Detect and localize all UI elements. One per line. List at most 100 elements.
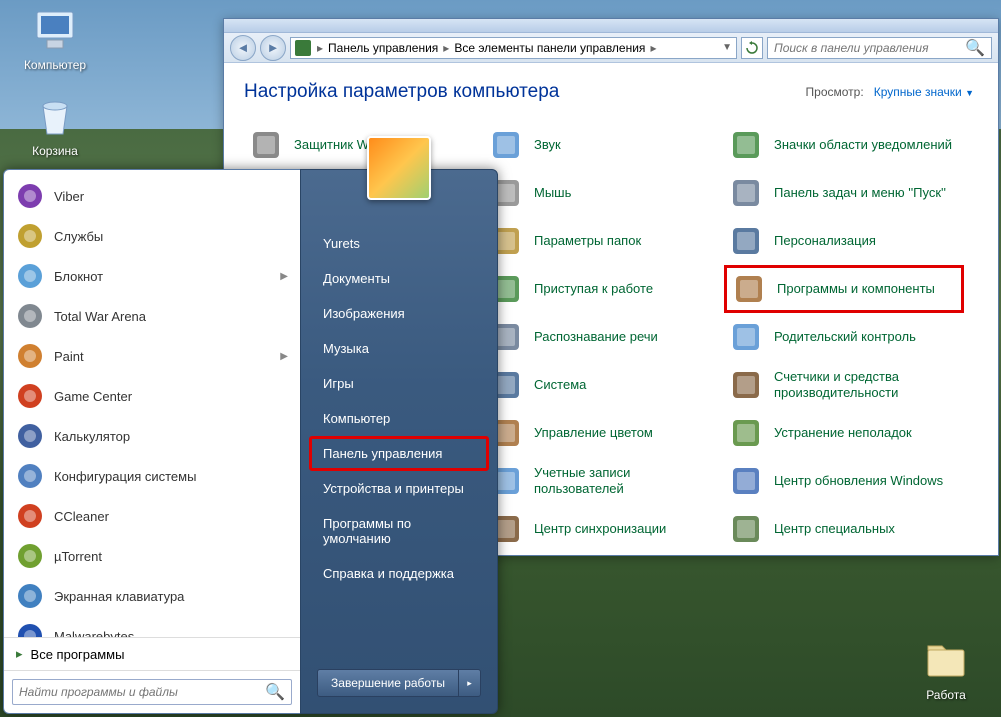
cp-item[interactable]: Персонализация <box>724 217 964 265</box>
chevron-right-icon: ▸ <box>315 41 325 55</box>
cp-item[interactable]: Мышь <box>484 169 724 217</box>
cp-item[interactable]: Центр синхронизации <box>484 505 724 553</box>
cp-item-label: Звук <box>534 137 561 153</box>
cp-item[interactable]: Центр обновления Windows <box>724 457 964 505</box>
start-search-input[interactable] <box>19 685 265 699</box>
chevron-right-icon: ▸ <box>441 41 451 55</box>
breadcrumb-segment[interactable]: Все элементы панели управления <box>451 41 648 55</box>
chevron-right-icon: ▶ <box>280 351 288 362</box>
start-program-item[interactable]: µTorrent <box>6 536 298 576</box>
start-program-item[interactable]: Экранная клавиатура <box>6 576 298 616</box>
ccleaner-icon <box>16 502 44 530</box>
start-program-item[interactable]: CCleaner <box>6 496 298 536</box>
calc-icon <box>16 422 44 450</box>
program-label: Экранная клавиатура <box>54 589 184 604</box>
cp-item-label: Центр синхронизации <box>534 521 666 537</box>
start-search-box[interactable]: 🔍 <box>12 679 292 705</box>
nav-forward-button[interactable]: ► <box>260 35 286 61</box>
cp-item[interactable]: Устранение неполадок <box>724 409 964 457</box>
start-right-item[interactable]: Изображения <box>309 296 489 331</box>
update-icon <box>730 465 762 497</box>
shutdown-button[interactable]: Завершение работы <box>317 669 459 697</box>
desktop-icon-work[interactable]: Работа <box>901 636 991 702</box>
desktop-icon-computer[interactable]: Компьютер <box>10 6 100 72</box>
all-programs-button[interactable]: ▸ Все программы <box>4 637 300 670</box>
cp-item[interactable]: Центр специальных <box>724 505 964 553</box>
notepad-icon <box>16 262 44 290</box>
breadcrumb-segment[interactable]: Панель управления <box>325 41 441 55</box>
start-program-item[interactable]: Paint ▶ <box>6 336 298 376</box>
start-program-item[interactable]: Калькулятор <box>6 416 298 456</box>
chevron-down-icon: ▼ <box>965 88 974 98</box>
start-program-item[interactable]: Malwarebytes <box>6 616 298 637</box>
start-right-item[interactable]: Справка и поддержка <box>309 556 489 591</box>
shield-icon <box>250 129 282 161</box>
cp-item[interactable]: Управление цветом <box>484 409 724 457</box>
program-label: Game Center <box>54 389 132 404</box>
start-program-item[interactable]: Viber <box>6 176 298 216</box>
desktop-icon-recycle-bin[interactable]: Корзина <box>10 92 100 158</box>
cp-item-label: Устранение неполадок <box>774 425 912 441</box>
cp-item[interactable]: Распознавание речи <box>484 313 724 361</box>
chevron-right-icon: ▸ <box>648 41 658 55</box>
cp-item[interactable]: Система <box>484 361 724 409</box>
computer-icon <box>31 6 79 54</box>
program-label: Malwarebytes <box>54 629 134 638</box>
accessibility-icon <box>730 513 762 545</box>
program-label: CCleaner <box>54 509 109 524</box>
start-program-item[interactable]: Конфигурация системы <box>6 456 298 496</box>
control-panel-icon <box>295 40 311 56</box>
cp-item[interactable]: Защитник Windows <box>244 121 484 169</box>
cp-item-label: Параметры папок <box>534 233 641 249</box>
refresh-button[interactable] <box>741 37 763 59</box>
start-right-item[interactable]: Устройства и принтеры <box>309 471 489 506</box>
program-label: Калькулятор <box>54 429 130 444</box>
start-program-item[interactable]: Блокнот▶ <box>6 256 298 296</box>
nav-back-button[interactable]: ◄ <box>230 35 256 61</box>
search-box[interactable]: 🔍 <box>767 37 992 59</box>
window-titlebar[interactable] <box>224 19 998 33</box>
start-right-item[interactable]: Документы <box>309 261 489 296</box>
start-right-item[interactable]: Компьютер <box>309 401 489 436</box>
gamecenter-icon <box>16 382 44 410</box>
cp-item-label: Приступая к работе <box>534 281 653 297</box>
cp-item[interactable]: Программы и компоненты <box>724 265 964 313</box>
chevron-down-icon[interactable]: ▼ <box>722 42 732 53</box>
address-bar[interactable]: ▸ Панель управления ▸ Все элементы панел… <box>290 37 737 59</box>
cp-item-label: Центр обновления Windows <box>774 473 943 489</box>
start-right-item[interactable]: Музыка <box>309 331 489 366</box>
search-input[interactable] <box>774 41 965 55</box>
program-label: Конфигурация системы <box>54 469 196 484</box>
perfmon-icon <box>730 369 762 401</box>
cp-item[interactable]: Родительский контроль <box>724 313 964 361</box>
cp-item[interactable]: Панель задач и меню ''Пуск'' <box>724 169 964 217</box>
start-right-item[interactable]: Yurets <box>309 226 489 261</box>
cp-item-label: Управление цветом <box>534 425 653 441</box>
program-label: Total War Arena <box>54 309 146 324</box>
search-icon: 🔍 <box>265 682 285 702</box>
start-right-item[interactable]: Программы по умолчанию <box>309 506 489 556</box>
program-label: Paint <box>54 349 84 364</box>
user-avatar[interactable] <box>367 136 431 200</box>
cp-item[interactable]: Звук <box>484 121 724 169</box>
cp-item[interactable]: Параметры папок <box>484 217 724 265</box>
services-icon <box>16 222 44 250</box>
cp-item-label: Родительский контроль <box>774 329 916 345</box>
start-program-item[interactable]: Службы <box>6 216 298 256</box>
start-program-item[interactable]: Total War Arena <box>6 296 298 336</box>
shutdown-options-button[interactable]: ▸ <box>459 669 481 697</box>
desktop-icon-label: Компьютер <box>10 58 100 72</box>
start-program-item[interactable]: Game Center <box>6 376 298 416</box>
start-right-item[interactable]: Панель управления <box>309 436 489 471</box>
cp-item[interactable]: Приступая к работе <box>484 265 724 313</box>
chevron-right-icon: ▶ <box>280 271 288 282</box>
cp-item[interactable]: Учетные записи пользователей <box>484 457 724 505</box>
cp-item[interactable]: Счетчики и средства производительности <box>724 361 964 409</box>
view-dropdown[interactable]: Крупные значки ▼ <box>874 85 974 99</box>
parental-icon <box>730 321 762 353</box>
desktop-icon-label: Корзина <box>10 144 100 158</box>
cp-item[interactable]: Значки области уведомлений <box>724 121 964 169</box>
msconfig-icon <box>16 462 44 490</box>
start-right-item[interactable]: Игры <box>309 366 489 401</box>
start-menu-left-pane: ViberСлужбыБлокнот▶ Total War Arena Paint ▶… <box>3 169 300 714</box>
